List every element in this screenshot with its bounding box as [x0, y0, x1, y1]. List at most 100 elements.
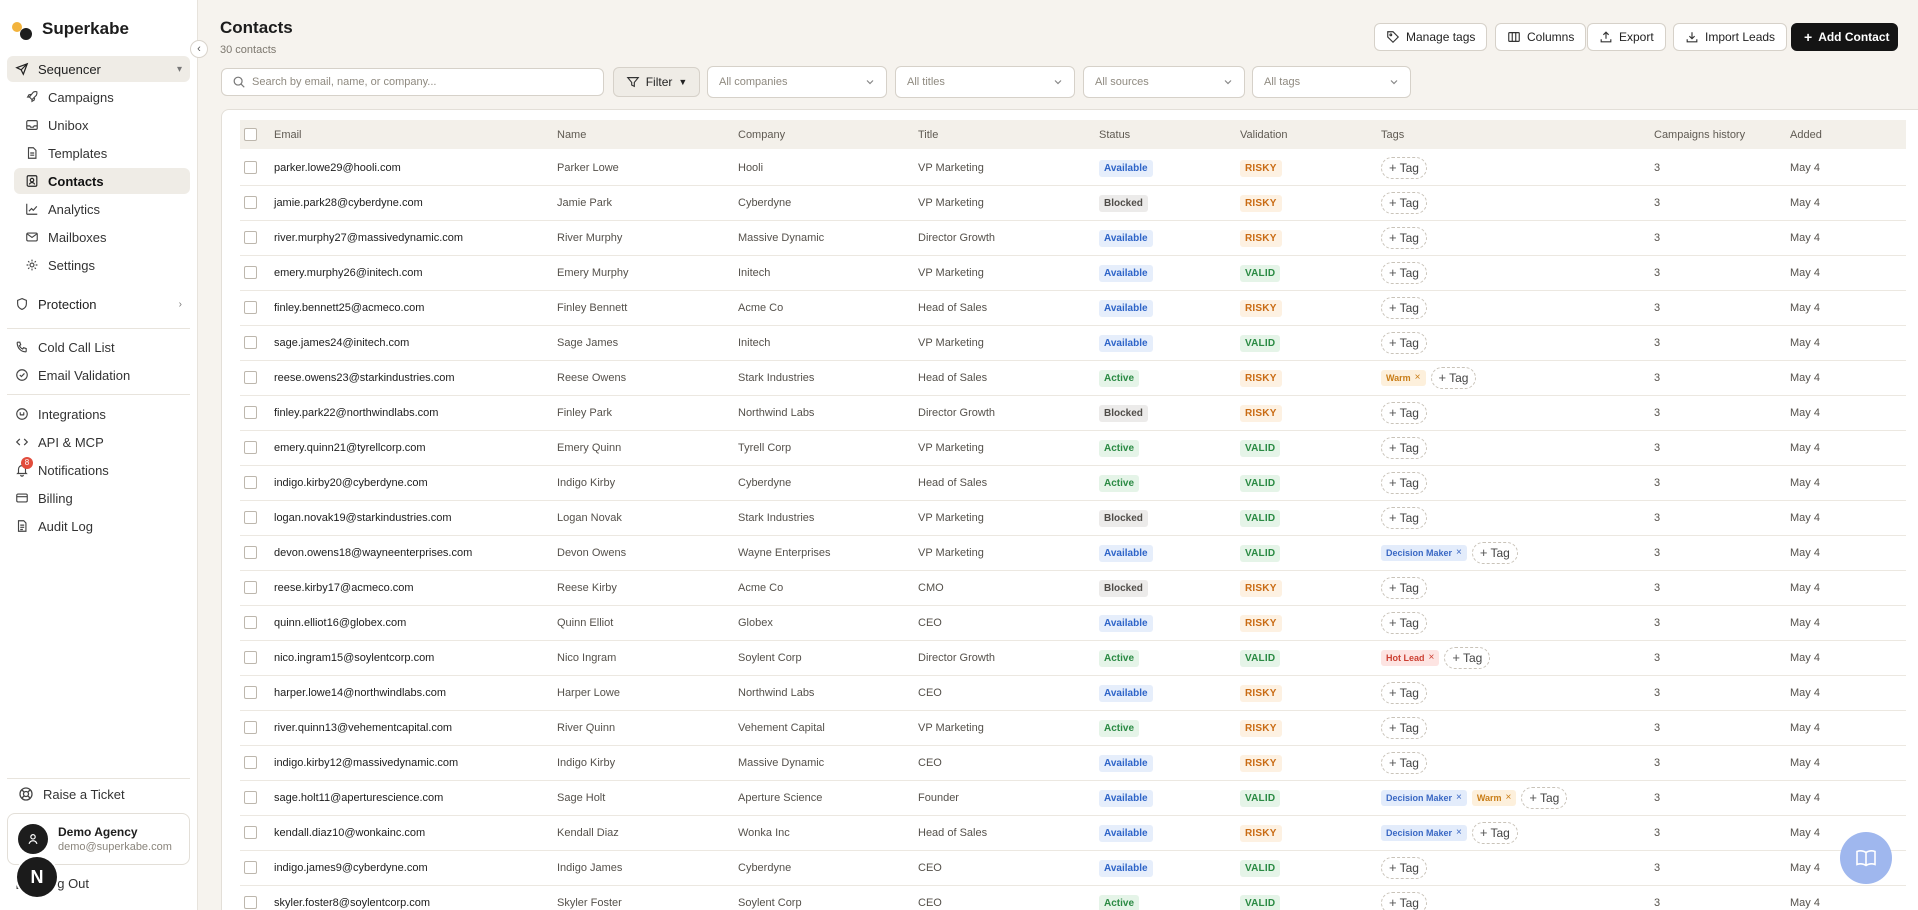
sidebar-item-settings[interactable]: Settings — [14, 252, 190, 278]
remove-tag-icon[interactable]: × — [1429, 650, 1435, 666]
sidebar-item-integrations[interactable]: Integrations — [7, 401, 190, 427]
add-tag-button[interactable]: + Tag — [1381, 612, 1427, 634]
add-tag-button[interactable]: + Tag — [1381, 332, 1427, 354]
cell-email[interactable]: indigo.kirby20@cyberdyne.com — [274, 477, 428, 489]
table-row[interactable]: sage.holt11@aperturescience.com Sage Holt… — [240, 781, 1906, 816]
brand[interactable]: Superkabe — [12, 18, 129, 40]
add-tag-button[interactable]: + Tag — [1521, 787, 1568, 809]
add-tag-button[interactable]: + Tag — [1471, 542, 1518, 564]
table-row[interactable]: quinn.elliot16@globex.com Quinn Elliot Glo… — [240, 606, 1906, 641]
cell-email[interactable]: river.murphy27@massivedynamic.com — [274, 232, 463, 244]
row-checkbox[interactable] — [244, 231, 257, 244]
table-row[interactable]: emery.quinn21@tyrellcorp.com Emery Quinn T… — [240, 431, 1906, 466]
table-row[interactable]: skyler.foster8@soylentcorp.com Skyler Fos… — [240, 886, 1906, 910]
table-row[interactable]: jamie.park28@cyberdyne.com Jamie Park Cybe… — [240, 186, 1906, 221]
column-header-status[interactable]: Status — [1099, 129, 1130, 141]
row-checkbox[interactable] — [244, 441, 257, 454]
column-header-validation[interactable]: Validation — [1240, 129, 1288, 141]
cell-email[interactable]: emery.murphy26@initech.com — [274, 267, 423, 279]
table-row[interactable]: kendall.diaz10@wonkainc.com Kendall Diaz W… — [240, 816, 1906, 851]
sidebar-item-email-validation[interactable]: Email Validation — [7, 362, 190, 388]
export-button[interactable]: Export — [1587, 23, 1666, 51]
cell-email[interactable]: parker.lowe29@hooli.com — [274, 162, 401, 174]
row-checkbox[interactable] — [244, 371, 257, 384]
add-tag-button[interactable]: + Tag — [1381, 262, 1427, 284]
row-checkbox[interactable] — [244, 476, 257, 489]
cell-email[interactable]: logan.novak19@starkindustries.com — [274, 512, 451, 524]
remove-tag-icon[interactable]: × — [1456, 825, 1462, 841]
add-tag-button[interactable]: + Tag — [1381, 857, 1427, 879]
row-checkbox[interactable] — [244, 721, 257, 734]
add-tag-button[interactable]: + Tag — [1381, 717, 1427, 739]
table-row[interactable]: parker.lowe29@hooli.com Parker Lowe Hooli V… — [240, 151, 1906, 186]
sidebar-item-api-mcp[interactable]: API & MCP — [7, 429, 190, 455]
add-tag-button[interactable]: + Tag — [1381, 472, 1427, 494]
sidebar-group-protection[interactable]: Protection › — [7, 291, 190, 317]
add-tag-button[interactable]: + Tag — [1444, 647, 1491, 669]
row-checkbox[interactable] — [244, 406, 257, 419]
company-filter-select[interactable]: All companies — [707, 66, 887, 98]
table-row[interactable]: devon.owens18@wayneenterprises.com Devon … — [240, 536, 1906, 571]
cell-email[interactable]: indigo.james9@cyberdyne.com — [274, 862, 428, 874]
add-tag-button[interactable]: + Tag — [1381, 892, 1427, 910]
add-tag-button[interactable]: + Tag — [1430, 367, 1477, 389]
add-tag-button[interactable]: + Tag — [1381, 297, 1427, 319]
columns-button[interactable]: Columns — [1495, 23, 1587, 51]
cell-email[interactable]: emery.quinn21@tyrellcorp.com — [274, 442, 426, 454]
add-tag-button[interactable]: + Tag — [1381, 437, 1427, 459]
table-row[interactable]: reese.kirby17@acmeco.com Reese Kirby Acme … — [240, 571, 1906, 606]
select-all-checkbox[interactable] — [244, 128, 257, 141]
row-checkbox[interactable] — [244, 651, 257, 664]
row-checkbox[interactable] — [244, 861, 257, 874]
row-checkbox[interactable] — [244, 161, 257, 174]
row-checkbox[interactable] — [244, 196, 257, 209]
table-row[interactable]: indigo.kirby20@cyberdyne.com Indigo Kirby… — [240, 466, 1906, 501]
search-box[interactable] — [221, 68, 604, 96]
table-row[interactable]: river.quinn13@vehementcapital.com River Q… — [240, 711, 1906, 746]
cell-email[interactable]: kendall.diaz10@wonkainc.com — [274, 827, 425, 839]
table-row[interactable]: finley.park22@northwindlabs.com Finley Pa… — [240, 396, 1906, 431]
cell-email[interactable]: quinn.elliot16@globex.com — [274, 617, 406, 629]
sidebar-item-unibox[interactable]: Unibox — [14, 112, 190, 138]
row-checkbox[interactable] — [244, 336, 257, 349]
add-tag-button[interactable]: + Tag — [1381, 402, 1427, 424]
row-checkbox[interactable] — [244, 686, 257, 699]
remove-tag-icon[interactable]: × — [1456, 545, 1462, 561]
table-row[interactable]: nico.ingram15@soylentcorp.com Nico Ingram… — [240, 641, 1906, 676]
cell-email[interactable]: reese.owens23@starkindustries.com — [274, 372, 455, 384]
remove-tag-icon[interactable]: × — [1456, 790, 1462, 806]
row-checkbox[interactable] — [244, 756, 257, 769]
cell-email[interactable]: nico.ingram15@soylentcorp.com — [274, 652, 434, 664]
workspace-avatar-button[interactable]: N — [17, 857, 57, 897]
column-header-title[interactable]: Title — [918, 129, 938, 141]
cell-email[interactable]: skyler.foster8@soylentcorp.com — [274, 897, 430, 909]
row-checkbox[interactable] — [244, 511, 257, 524]
row-checkbox[interactable] — [244, 826, 257, 839]
remove-tag-icon[interactable]: × — [1506, 790, 1512, 806]
table-row[interactable]: reese.owens23@starkindustries.com Reese O… — [240, 361, 1906, 396]
remove-tag-icon[interactable]: × — [1415, 370, 1421, 386]
cell-email[interactable]: harper.lowe14@northwindlabs.com — [274, 687, 446, 699]
column-header-tags[interactable]: Tags — [1381, 129, 1404, 141]
add-tag-button[interactable]: + Tag — [1381, 577, 1427, 599]
filter-button[interactable]: Filter ▼ — [613, 67, 700, 97]
manage-tags-button[interactable]: Manage tags — [1374, 23, 1488, 51]
column-header-email[interactable]: Email — [274, 129, 302, 141]
row-checkbox[interactable] — [244, 301, 257, 314]
tag-filter-select[interactable]: All tags — [1252, 66, 1411, 98]
row-checkbox[interactable] — [244, 791, 257, 804]
collapse-sidebar-button[interactable]: ‹ — [190, 40, 208, 58]
add-contact-button[interactable]: + Add Contact — [1791, 23, 1898, 51]
title-filter-select[interactable]: All titles — [895, 66, 1075, 98]
add-tag-button[interactable]: + Tag — [1381, 192, 1427, 214]
sidebar-item-audit-log[interactable]: Audit Log — [7, 513, 190, 539]
sidebar-item-billing[interactable]: Billing — [7, 485, 190, 511]
row-checkbox[interactable] — [244, 546, 257, 559]
row-checkbox[interactable] — [244, 581, 257, 594]
import-leads-button[interactable]: Import Leads — [1673, 23, 1788, 51]
cell-email[interactable]: indigo.kirby12@massivedynamic.com — [274, 757, 458, 769]
sidebar-group-sequencer[interactable]: Sequencer ▾ — [7, 56, 190, 82]
cell-email[interactable]: finley.park22@northwindlabs.com — [274, 407, 438, 419]
column-header-campaigns-history[interactable]: Campaigns history — [1654, 129, 1745, 141]
cell-email[interactable]: sage.holt11@aperturescience.com — [274, 792, 443, 804]
